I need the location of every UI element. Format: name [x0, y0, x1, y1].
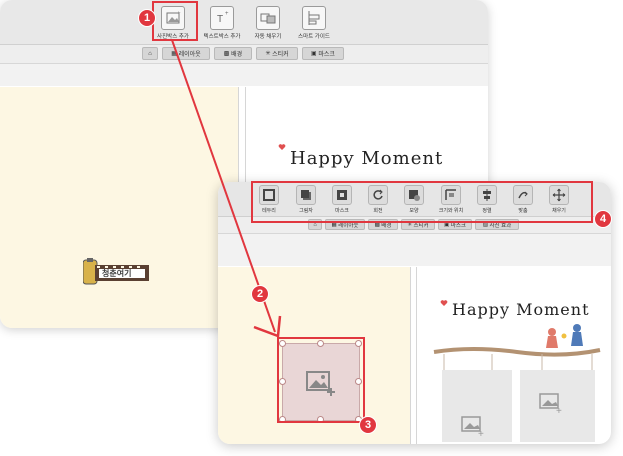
highlight-photo-toolbar [251, 181, 593, 223]
callout-badge-4: 4 [594, 210, 612, 228]
callout-badge-3: 3 [359, 416, 377, 434]
arrow-head [253, 315, 282, 338]
callout-badge-2: 2 [251, 285, 269, 303]
annotation-overlay [152, 1, 593, 423]
callout-badge-1: 1 [138, 9, 156, 27]
highlight-photo-box [277, 337, 365, 423]
highlight-add-photo-box [152, 1, 198, 41]
